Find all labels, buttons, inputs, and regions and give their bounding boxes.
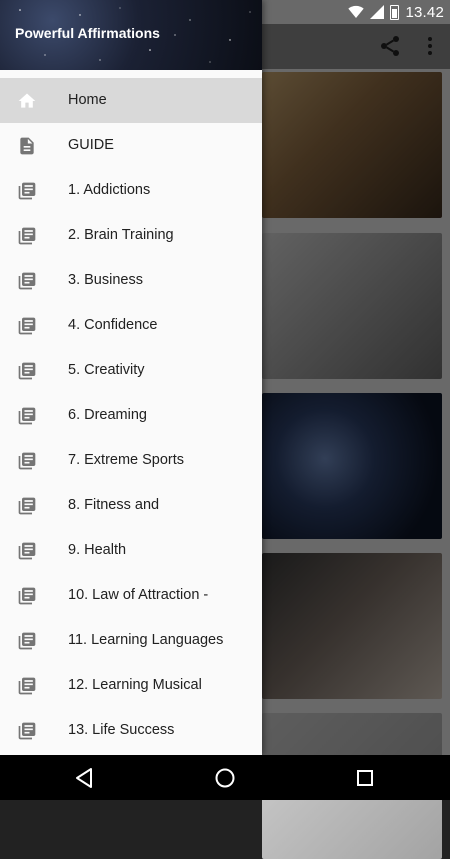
- article-icon: [18, 677, 36, 695]
- drawer-item-learning-musical[interactable]: 12. Learning Musical: [0, 663, 262, 708]
- battery-icon: [390, 4, 400, 20]
- document-icon: [20, 137, 34, 155]
- drawer-item-fitness[interactable]: 8. Fitness and: [0, 483, 262, 528]
- drawer-item-business[interactable]: 3. Business: [0, 258, 262, 303]
- article-icon: [18, 227, 36, 245]
- drawer-item-brain-training[interactable]: 2. Brain Training: [0, 213, 262, 258]
- drawer-item-label: 9. Health: [68, 542, 127, 558]
- drawer-item-label: 8. Fitness and: [68, 497, 160, 513]
- drawer-item-creativity[interactable]: 5. Creativity: [0, 348, 262, 393]
- drawer-item-label: GUIDE: [68, 137, 114, 153]
- app-title: Powerful Affirmations: [15, 25, 160, 41]
- drawer-item-label: 12. Learning Musical: [68, 677, 202, 693]
- recents-icon[interactable]: [353, 766, 377, 790]
- drawer-item-label: 10. Law of Attraction -: [68, 587, 209, 603]
- article-icon: [18, 587, 36, 605]
- drawer-item-learning-languages[interactable]: 11. Learning Languages: [0, 618, 262, 663]
- drawer-item-label: Home: [68, 92, 107, 108]
- article-icon: [18, 182, 36, 200]
- article-icon: [18, 317, 36, 335]
- home-icon: [18, 93, 36, 108]
- article-icon: [18, 722, 36, 740]
- drawer-item-label: 2. Brain Training: [68, 227, 174, 243]
- home-circle-icon[interactable]: [213, 766, 237, 790]
- article-icon: [18, 632, 36, 650]
- article-icon: [18, 407, 36, 425]
- signal-icon: [370, 5, 385, 19]
- drawer-item-label: 5. Creativity: [68, 362, 145, 378]
- status-time: 13.42: [405, 3, 444, 21]
- drawer-item-confidence[interactable]: 4. Confidence: [0, 303, 262, 348]
- drawer-item-law-of-attraction[interactable]: 10. Law of Attraction -: [0, 573, 262, 618]
- drawer-item-home[interactable]: Home: [0, 78, 262, 123]
- drawer-item-addictions[interactable]: 1. Addictions: [0, 168, 262, 213]
- drawer-item-dreaming[interactable]: 6. Dreaming: [0, 393, 262, 438]
- drawer-item-label: 4. Confidence: [68, 317, 158, 333]
- article-icon: [18, 497, 36, 515]
- article-icon: [18, 452, 36, 470]
- drawer-item-health[interactable]: 9. Health: [0, 528, 262, 573]
- drawer-menu: Home GUIDE 1. Addictions 2. Brain Traini…: [0, 78, 262, 753]
- drawer-item-extreme-sports[interactable]: 7. Extreme Sports: [0, 438, 262, 483]
- wifi-icon: [348, 5, 365, 18]
- article-icon: [18, 542, 36, 560]
- drawer-item-label: 13. Life Success: [68, 722, 175, 738]
- drawer-item-label: 6. Dreaming: [68, 407, 147, 423]
- status-bar: 13.42: [0, 0, 450, 24]
- drawer-item-label: 1. Addictions: [68, 182, 151, 198]
- drawer-item-label: 3. Business: [68, 272, 143, 288]
- drawer-item-life-success[interactable]: 13. Life Success: [0, 708, 262, 753]
- article-icon: [18, 272, 36, 290]
- drawer-item-guide[interactable]: GUIDE: [0, 123, 262, 168]
- navigation-drawer: Powerful Affirmations Home GUIDE 1. Addi…: [0, 0, 262, 755]
- system-nav-bar: [0, 755, 450, 800]
- drawer-item-label: 11. Learning Languages: [68, 632, 224, 648]
- article-icon: [18, 362, 36, 380]
- back-icon[interactable]: [73, 766, 97, 790]
- drawer-item-label: 7. Extreme Sports: [68, 452, 185, 468]
